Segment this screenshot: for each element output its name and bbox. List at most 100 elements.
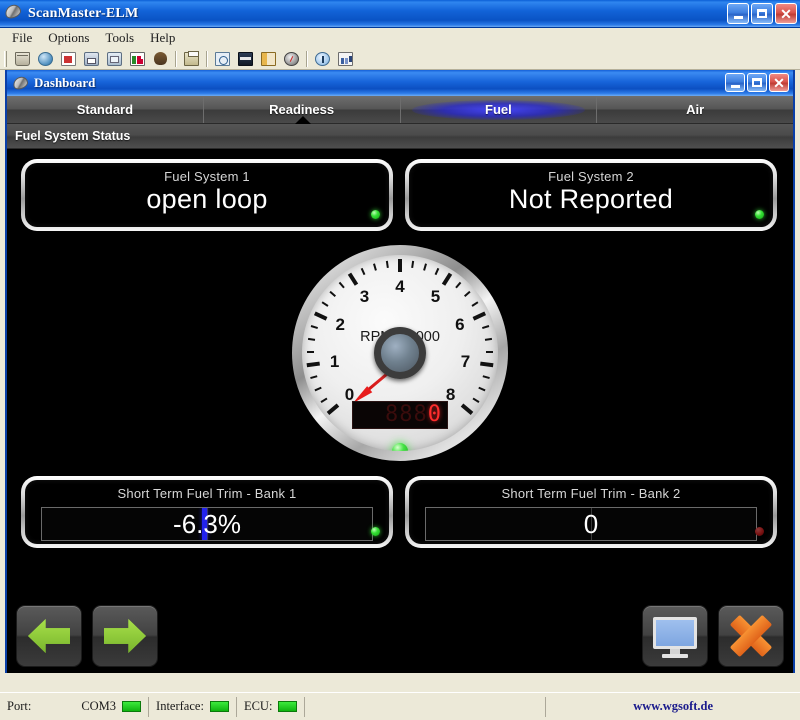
toolbar-button-info[interactable] bbox=[312, 49, 333, 68]
gauge-tick-label: 2 bbox=[335, 315, 344, 335]
info-icon bbox=[315, 52, 330, 66]
toolbar-button-print[interactable] bbox=[181, 49, 202, 68]
toolbar-button-chart[interactable] bbox=[127, 49, 148, 68]
close-icon: ✕ bbox=[780, 7, 792, 21]
menu-item-options[interactable]: Options bbox=[41, 29, 96, 47]
dashboard-close-button[interactable]: ✕ bbox=[769, 73, 789, 92]
printer-icon bbox=[184, 52, 199, 66]
report-icon bbox=[61, 52, 76, 66]
statusbar: Port: COM3 Interface: ECU: www.wgsoft.de bbox=[0, 692, 800, 720]
main-window-controls: ✕ bbox=[727, 3, 797, 24]
toolbar-separator bbox=[206, 51, 208, 67]
gauge-face: 012345678 RPM x 1000 8880 bbox=[302, 255, 498, 451]
section-title: Fuel System Status bbox=[15, 129, 130, 143]
menu-item-tools[interactable]: Tools bbox=[98, 29, 141, 47]
toolbar-button-globe[interactable] bbox=[35, 49, 56, 68]
website-link: www.wgsoft.de bbox=[633, 699, 713, 714]
dashboard-maximize-button[interactable] bbox=[747, 73, 767, 92]
stft-bank-1-label: Short Term Fuel Trim - Bank 1 bbox=[118, 486, 297, 501]
tab-air-label: Air bbox=[686, 102, 704, 117]
dashboard-titlebar: Dashboard ✕ bbox=[7, 70, 793, 96]
maximize-button[interactable] bbox=[751, 3, 773, 24]
panel-fuel-system-1: Fuel System 1 open loop bbox=[21, 159, 393, 231]
x-close-icon bbox=[730, 615, 772, 657]
status-interface: Interface: bbox=[149, 697, 237, 717]
rpm-gauge: 012345678 RPM x 1000 8880 bbox=[292, 245, 508, 461]
gauge-tick-label: 1 bbox=[330, 352, 339, 372]
toolbar-grip[interactable] bbox=[4, 51, 7, 67]
dashboard-title: Dashboard bbox=[34, 75, 95, 91]
interface-status-led bbox=[210, 701, 229, 712]
toolbar bbox=[0, 48, 800, 70]
navigation-buttons bbox=[16, 605, 158, 667]
toolbar-button-print-preview[interactable] bbox=[212, 49, 233, 68]
status-url[interactable]: www.wgsoft.de bbox=[546, 697, 800, 717]
globe-icon bbox=[38, 52, 53, 66]
monitor-icon bbox=[653, 617, 697, 655]
panel-stft-bank-2: Short Term Fuel Trim - Bank 2 0 bbox=[405, 476, 777, 548]
minimize-icon bbox=[731, 85, 740, 88]
toolbar-button-bars[interactable] bbox=[335, 49, 356, 68]
toolbar-button-gauge[interactable] bbox=[281, 49, 302, 68]
manual-icon bbox=[261, 52, 276, 66]
stft-bank-1-meter: -6.3% bbox=[41, 507, 373, 541]
toolbar-button-report[interactable] bbox=[58, 49, 79, 68]
next-button[interactable] bbox=[92, 605, 158, 667]
arrow-left-icon bbox=[28, 619, 70, 653]
vehicle-alt-icon bbox=[107, 52, 122, 66]
status-ecu: ECU: bbox=[237, 697, 305, 717]
tab-standard[interactable]: Standard bbox=[7, 96, 204, 123]
dashboard-window: Dashboard ✕ Standard Readiness Fuel Air … bbox=[5, 70, 795, 673]
menu-item-help[interactable]: Help bbox=[143, 29, 182, 47]
dashboard-disc-icon bbox=[12, 75, 29, 91]
fuel-system-1-value: open loop bbox=[146, 185, 267, 213]
toolbar-button-vehicle[interactable] bbox=[81, 49, 102, 68]
minimize-button[interactable] bbox=[727, 3, 749, 24]
bars-icon bbox=[338, 52, 353, 66]
panel-stft-bank-1: Short Term Fuel Trim - Bank 1 -6.3% bbox=[21, 476, 393, 548]
stft-bank-2-value: 0 bbox=[584, 511, 598, 537]
fuel-system-2-label: Fuel System 2 bbox=[548, 169, 634, 184]
toolbar-button-vehicle-alt[interactable] bbox=[104, 49, 125, 68]
print-preview-icon bbox=[215, 52, 230, 66]
previous-button[interactable] bbox=[16, 605, 82, 667]
dashboard-minimize-button[interactable] bbox=[725, 73, 745, 92]
tab-readiness-label: Readiness bbox=[269, 102, 334, 117]
minimize-icon bbox=[734, 16, 743, 19]
display-button[interactable] bbox=[642, 605, 708, 667]
toolbar-button-person[interactable] bbox=[150, 49, 171, 68]
tab-fuel[interactable]: Fuel bbox=[401, 96, 598, 123]
toolbar-separator bbox=[175, 51, 177, 67]
arrow-right-icon bbox=[104, 619, 146, 653]
stft-bank-1-value: -6.3% bbox=[173, 511, 241, 537]
gauge-tick-label: 4 bbox=[395, 277, 404, 297]
tab-fuel-label: Fuel bbox=[485, 102, 512, 117]
application-window: ScanMaster-ELM ✕ File Options Tools Help bbox=[0, 0, 800, 720]
close-button[interactable]: ✕ bbox=[775, 3, 797, 24]
trash-icon bbox=[15, 52, 30, 66]
maximize-icon bbox=[757, 9, 767, 18]
interface-label: Interface: bbox=[156, 699, 204, 714]
fuel-system-2-value: Not Reported bbox=[509, 185, 673, 213]
gauge-tick-label: 5 bbox=[431, 287, 440, 307]
maximize-icon bbox=[752, 78, 762, 87]
gauge-tick-label: 3 bbox=[360, 287, 369, 307]
main-titlebar: ScanMaster-ELM ✕ bbox=[0, 0, 800, 28]
close-dashboard-button[interactable] bbox=[718, 605, 784, 667]
port-label: Port: bbox=[7, 699, 31, 714]
toolbar-button-manual[interactable] bbox=[258, 49, 279, 68]
vehicle-icon bbox=[84, 52, 99, 66]
dashboard-body: Fuel System 1 open loop Fuel System 2 No… bbox=[7, 149, 793, 673]
toolbar-button-trash[interactable] bbox=[12, 49, 33, 68]
toolbar-button-elm-device[interactable] bbox=[235, 49, 256, 68]
chart-icon bbox=[130, 52, 145, 66]
tab-air[interactable]: Air bbox=[597, 96, 793, 123]
port-status-led bbox=[122, 701, 141, 712]
menu-item-file[interactable]: File bbox=[5, 29, 39, 47]
fuel-system-1-label: Fuel System 1 bbox=[164, 169, 250, 184]
person-icon bbox=[154, 52, 167, 65]
action-buttons bbox=[642, 605, 784, 667]
tab-selection-triangle-icon bbox=[295, 116, 311, 124]
ecu-label: ECU: bbox=[244, 699, 272, 714]
toolbar-separator bbox=[306, 51, 308, 67]
